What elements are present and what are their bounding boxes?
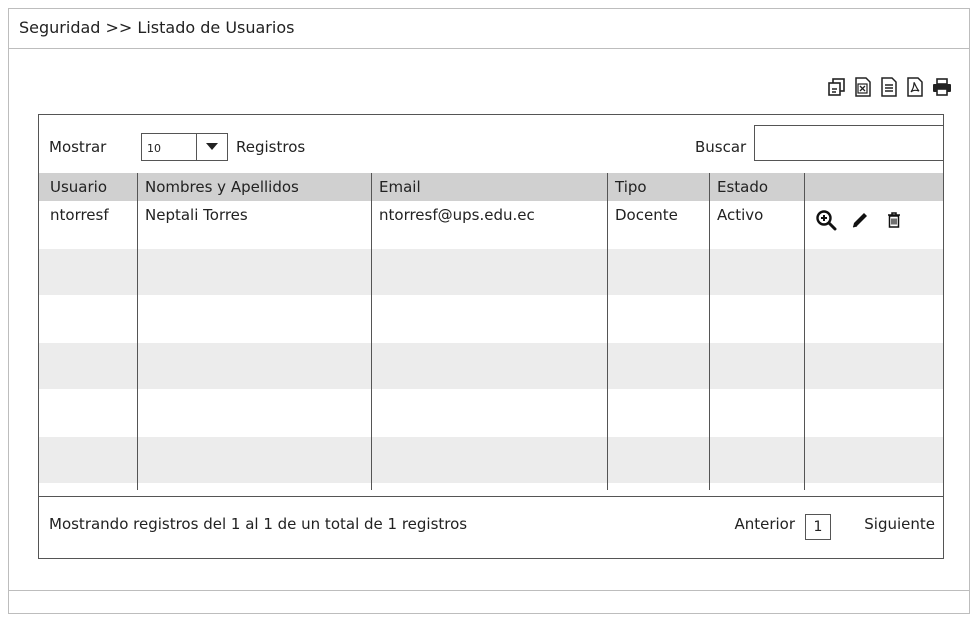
print-icon[interactable] (931, 77, 951, 97)
records-status: Mostrando registros del 1 al 1 de un tot… (49, 515, 468, 533)
column-header-email[interactable]: Email (379, 178, 421, 196)
footer-divider (39, 496, 943, 497)
app-frame: Seguridad >> Listado de Usuarios Mostrar… (8, 8, 970, 614)
show-label: Mostrar (49, 138, 107, 156)
column-header-estado[interactable]: Estado (717, 178, 768, 196)
page-size-select[interactable]: 10 (141, 133, 228, 161)
cell-tipo: Docente (615, 206, 678, 224)
table-controls: Mostrar 10 Registros Buscar (39, 115, 944, 173)
breadcrumb: Seguridad >> Listado de Usuarios (19, 18, 295, 37)
row-stripe (39, 249, 943, 295)
column-header-tipo[interactable]: Tipo (615, 178, 647, 196)
edit-pencil-icon[interactable] (849, 209, 871, 231)
records-label: Registros (236, 138, 306, 156)
cell-nombres: Neptali Torres (145, 206, 248, 224)
search-input[interactable] (754, 125, 944, 161)
chevron-down-icon[interactable] (196, 134, 227, 160)
cell-estado: Activo (717, 206, 764, 224)
column-header-usuario[interactable]: Usuario (50, 178, 107, 196)
users-panel: Mostrar 10 Registros Buscar Usuario Nomb… (38, 114, 944, 559)
csv-icon[interactable] (879, 77, 899, 97)
users-table: Usuario Nombres y Apellidos Email Tipo E… (39, 173, 943, 490)
copy-icon[interactable] (827, 77, 847, 97)
column-divider (137, 173, 138, 490)
column-divider (804, 173, 805, 490)
prev-page-link[interactable]: Anterior (734, 515, 795, 533)
page-size-value: 10 (147, 142, 161, 155)
footer-bar-line (9, 590, 969, 591)
cell-usuario: ntorresf (50, 206, 109, 224)
column-divider (607, 173, 608, 490)
column-header-nombres[interactable]: Nombres y Apellidos (145, 178, 299, 196)
export-toolbar (827, 77, 951, 97)
column-divider (371, 173, 372, 490)
trash-icon[interactable] (883, 209, 905, 231)
row-stripe (39, 343, 943, 389)
page-number-1[interactable]: 1 (805, 514, 831, 540)
title-bar: Seguridad >> Listado de Usuarios (9, 9, 969, 49)
excel-icon[interactable] (853, 77, 873, 97)
zoom-in-icon[interactable] (815, 209, 837, 231)
search-label: Buscar (695, 138, 747, 156)
row-actions (815, 209, 905, 231)
pdf-icon[interactable] (905, 77, 925, 97)
cell-email: ntorresf@ups.edu.ec (379, 206, 535, 224)
row-stripe (39, 437, 943, 483)
next-page-link[interactable]: Siguiente (864, 515, 935, 533)
column-divider (709, 173, 710, 490)
